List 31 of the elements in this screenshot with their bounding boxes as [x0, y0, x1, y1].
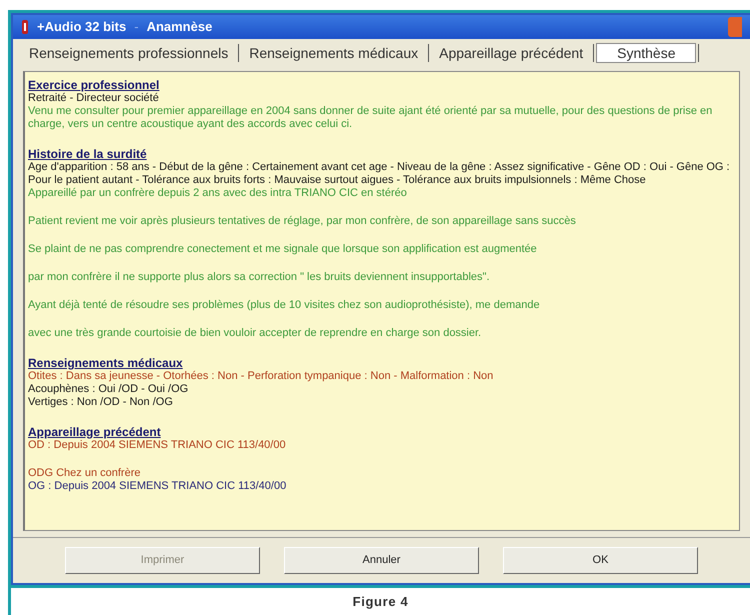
window-title: +Audio 32 bits	[37, 18, 126, 36]
dialog-button[interactable]: OK	[503, 547, 698, 574]
window-subtitle: Anamnèse	[146, 18, 212, 36]
tab[interactable]: Synthèse	[596, 43, 696, 63]
tab[interactable]: Renseignements professionnels	[21, 44, 236, 62]
dialog-button[interactable]: Annuler	[284, 547, 479, 574]
note-line: Acouphènes : Oui /OD - Oui /OG	[28, 383, 190, 396]
tab[interactable]: Appareillage précédent	[431, 44, 592, 62]
section-heading: Renseignements médicaux	[28, 356, 184, 370]
section-heading: Appareillage précédent	[28, 425, 162, 439]
note-line: Appareillé par un confrère depuis 2 ans avec des intra TRIANO CIC en stéréo	[28, 187, 408, 200]
note-line: OD : Depuis 2004 SIEMENS TRIANO CIC 113/40/00	[28, 439, 287, 452]
note-line: Vertiges : Non /OD - Non /OG	[28, 396, 174, 409]
note-line: Retraité - Directeur société	[28, 92, 160, 105]
note-line: ODG Chez un confrère	[28, 467, 142, 480]
close-button[interactable]	[728, 17, 742, 37]
section-heading: Histoire de la surdité	[28, 147, 148, 161]
note-line: Se plaint de ne pas comprendre conectement et me signale que lorsque son applification est augmentée	[28, 243, 538, 256]
note-line: Ayant déjà tenté de résoudre ses problèmes (plus de 10 visites chez son audioprothésiste), me demande	[28, 299, 541, 312]
section-heading: Exercice professionnel	[28, 78, 160, 92]
note-line: Venu me consulter pour premier appareillage en 2004 sans donner de suite ajant été orienté par sa mutuelle, pour des questions de prise en charge, vers un centre acoustique ayant des accords avec celui ci.	[28, 105, 714, 131]
note-line: Otites : Dans sa jeunesse - Otorhées : Non - Perforation tympanique : Non - Malformation : Non	[28, 370, 494, 383]
note-line: Patient revient me voir après plusieurs tentatives de réglage, par mon confrère, de son appareillage sans succès	[28, 215, 577, 228]
note-line: par mon confrère il ne supporte plus alors sa correction " les bruits deviennent insupportables".	[28, 271, 491, 284]
note-line: avec une très grande courtoisie de bien vouloir accepter de reprendre en charge son dossier.	[28, 327, 482, 340]
app-icon	[21, 20, 29, 34]
note-line: OG : Depuis 2004 SIEMENS TRIANO CIC 113/40/00	[28, 480, 288, 493]
tab[interactable]: Renseignements médicaux	[241, 44, 426, 62]
figure-caption: Figure 4	[352, 593, 408, 611]
title-separator: -	[134, 18, 139, 36]
note-line: Age d'apparition : 58 ans - Début de la gêne : Certainement avant cet age - Niveau de la gêne : Assez significative - Gêne OD : Oui - Gêne OG : Pour le patient autant - Tolérance aux bruits forts : Mauvaise surtout aigues - Tolérance aux bruits impulsionnels : Même Chose	[28, 161, 731, 187]
